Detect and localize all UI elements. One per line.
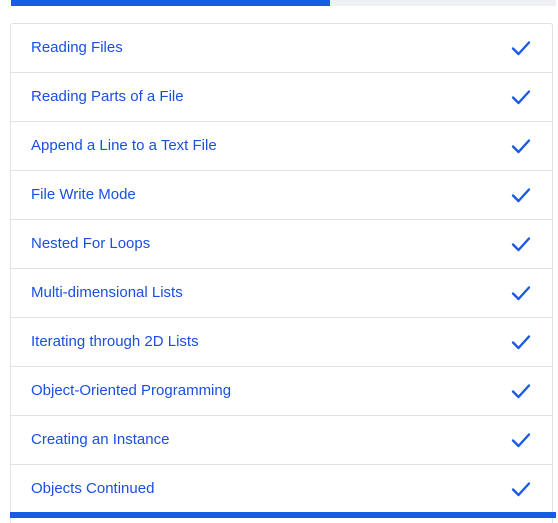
lesson-item[interactable]: Multi-dimensional Lists [11, 269, 552, 318]
lesson-label[interactable]: Objects Continued [31, 480, 154, 497]
checkmark-icon [511, 237, 531, 252]
checkmark-icon [511, 482, 531, 497]
active-section-bar [10, 512, 556, 518]
checkmark-icon [511, 433, 531, 448]
checkmark-icon [511, 139, 531, 154]
course-progress-bar [11, 0, 556, 6]
lesson-item[interactable]: Append a Line to a Text File [11, 122, 552, 171]
lesson-item[interactable]: Reading Files [11, 24, 552, 73]
lesson-item[interactable]: Iterating through 2D Lists [11, 318, 552, 367]
lesson-item[interactable]: Nested For Loops [11, 220, 552, 269]
lesson-label[interactable]: Creating an Instance [31, 431, 169, 448]
lesson-label[interactable]: Reading Files [31, 39, 123, 56]
lesson-label[interactable]: Multi-dimensional Lists [31, 284, 183, 301]
checkmark-icon [511, 188, 531, 203]
lesson-item[interactable]: File Write Mode [11, 171, 552, 220]
course-progress-fill [11, 0, 330, 6]
lesson-item[interactable]: Reading Parts of a File [11, 73, 552, 122]
lesson-label[interactable]: Iterating through 2D Lists [31, 333, 199, 350]
checkmark-icon [511, 286, 531, 301]
checkmark-icon [511, 90, 531, 105]
lesson-label[interactable]: Nested For Loops [31, 235, 150, 252]
lesson-list: Reading Files Reading Parts of a File Ap… [10, 23, 553, 523]
lesson-item[interactable]: Creating an Instance [11, 416, 552, 465]
lesson-label[interactable]: File Write Mode [31, 186, 136, 203]
checkmark-icon [511, 335, 531, 350]
checkmark-icon [511, 41, 531, 56]
lesson-label[interactable]: Object-Oriented Programming [31, 382, 231, 399]
lesson-label[interactable]: Reading Parts of a File [31, 88, 184, 105]
checkmark-icon [511, 384, 531, 399]
lesson-label[interactable]: Append a Line to a Text File [31, 137, 217, 154]
lesson-item[interactable]: Objects Continued [11, 465, 552, 514]
lesson-item[interactable]: Object-Oriented Programming [11, 367, 552, 416]
